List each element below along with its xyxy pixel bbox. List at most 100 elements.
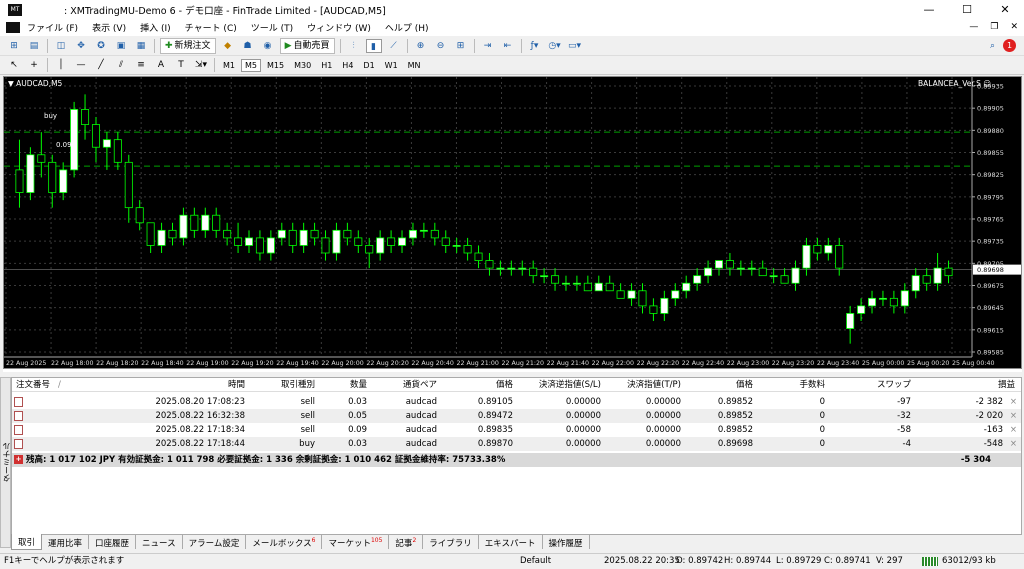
community-icon[interactable]: ☗ — [240, 39, 256, 53]
table-row[interactable]: 2025.08.22 16:32:38 sell 0.05 audcad 0.89472… — [12, 409, 1021, 423]
arrows-icon[interactable]: ⇲▾ — [193, 58, 209, 72]
market-watch-icon[interactable]: ◫ — [53, 39, 69, 53]
mdi-minimize-button[interactable]: — — [969, 19, 978, 36]
tab-7[interactable]: 記事2 — [389, 534, 424, 550]
col-swap[interactable]: スワップ — [877, 378, 911, 392]
close-order-icon[interactable]: × — [1010, 437, 1017, 451]
chart-canvas[interactable]: 0.89698 0.899350.899050.898800.898550.89… — [4, 77, 1021, 368]
chart-shift-icon[interactable]: ⇥ — [480, 39, 496, 53]
table-row[interactable]: 2025.08.22 17:18:34 sell 0.09 audcad 0.89835… — [12, 423, 1021, 437]
data-window-icon[interactable]: ✥ — [73, 39, 89, 53]
tab-4[interactable]: アラーム設定 — [183, 534, 247, 550]
col-size[interactable]: 数量 — [350, 378, 367, 392]
metaeditor-icon[interactable]: ◆ — [220, 39, 236, 53]
col-symbol[interactable]: 通貨ペア — [403, 378, 437, 392]
navigator-icon[interactable]: ✪ — [93, 39, 109, 53]
time-tick-label: 22 Aug 18:40 — [141, 360, 183, 367]
cell-profit: -2 382 — [975, 397, 1003, 407]
search-icon[interactable]: ⌕ — [990, 41, 995, 51]
label-tool-icon[interactable]: T — [173, 58, 189, 72]
cell-comm: 0 — [819, 425, 825, 435]
line-chart-icon[interactable]: ⟋ — [386, 39, 402, 53]
timeframe-m5[interactable]: M5 — [241, 58, 261, 72]
mdi-restore-button[interactable]: ❐ — [990, 19, 998, 36]
timeframe-mn[interactable]: MN — [404, 59, 425, 72]
table-row[interactable]: 2025.08.20 17:08:23 sell 0.03 audcad 0.89105… — [12, 395, 1021, 409]
menu-view[interactable]: 表示 (V) — [85, 21, 133, 34]
new-chart-icon[interactable]: ⊞ — [6, 39, 22, 53]
trendline-icon[interactable]: ╱ — [93, 58, 109, 72]
col-type[interactable]: 取引種別 — [281, 378, 315, 392]
close-order-icon[interactable]: × — [1010, 395, 1017, 409]
close-order-icon[interactable]: × — [1010, 423, 1017, 437]
periods-icon[interactable]: ◷▾ — [547, 39, 563, 53]
tab-1[interactable]: 運用比率 — [42, 534, 90, 550]
text-tool-icon[interactable]: A — [153, 58, 169, 72]
col-profit[interactable]: 損益 — [998, 378, 1015, 392]
terminal-icon[interactable]: ▣ — [113, 39, 129, 53]
table-row[interactable]: 2025.08.22 17:18:44 buy 0.03 audcad 0.89870 0… — [12, 437, 1021, 451]
profiles-icon[interactable]: ▤ — [26, 39, 42, 53]
candle-body — [179, 214, 188, 239]
menu-window[interactable]: ウィンドウ (W) — [300, 21, 378, 34]
tab-label: 操作履歴 — [548, 538, 583, 549]
notification-badge[interactable]: 1 — [1003, 39, 1016, 52]
time-tick-label: 22 Aug 19:00 — [186, 360, 228, 367]
col-commission[interactable]: 手数料 — [799, 378, 825, 392]
menu-file[interactable]: ファイル (F) — [20, 21, 85, 34]
cell-swap: -32 — [897, 411, 911, 421]
menu-tools[interactable]: ツール (T) — [244, 21, 300, 34]
new-order-button[interactable]: ✚ 新規注文 — [160, 37, 216, 54]
tab-3[interactable]: ニュース — [136, 534, 183, 550]
price-chart[interactable]: 0.89698 0.89935 0.89905 0.89880 0.89855 0.89… — [3, 76, 1022, 369]
crosshair-icon[interactable]: + — [26, 58, 42, 72]
fibonacci-icon[interactable]: ≡ — [133, 58, 149, 72]
col-price[interactable]: 価格 — [496, 378, 513, 392]
col-current-price[interactable]: 価格 — [736, 378, 753, 392]
channel-icon[interactable]: ⫽ — [113, 58, 129, 72]
auto-trading-button[interactable]: ▶ 自動売買 — [279, 37, 335, 54]
zoom-in-icon[interactable]: ⊕ — [413, 39, 429, 53]
menu-help[interactable]: ヘルプ (H) — [378, 21, 436, 34]
tile-windows-icon[interactable]: ⊞ — [453, 39, 469, 53]
menu-insert[interactable]: 挿入 (I) — [133, 21, 178, 34]
tab-2[interactable]: 口座履歴 — [89, 534, 137, 550]
close-button[interactable]: ✕ — [986, 0, 1024, 19]
close-order-icon[interactable]: × — [1010, 409, 1017, 423]
tab-9[interactable]: エキスパート — [479, 534, 543, 550]
cursor-icon[interactable]: ↖ — [6, 58, 22, 72]
signals-icon[interactable]: ◉ — [260, 39, 276, 53]
templates-icon[interactable]: ▭▾ — [567, 39, 583, 53]
timeframe-w1[interactable]: W1 — [381, 59, 402, 72]
menu-chart[interactable]: チャート (C) — [178, 21, 244, 34]
timeframe-h4[interactable]: H4 — [338, 59, 357, 72]
timeframe-d1[interactable]: D1 — [359, 59, 378, 72]
strategy-tester-icon[interactable]: ▦ — [133, 39, 149, 53]
timeframe-h1[interactable]: H1 — [317, 59, 336, 72]
timeframe-m1[interactable]: M1 — [219, 59, 239, 72]
minimize-button[interactable]: — — [910, 0, 948, 19]
indicators-icon[interactable]: ƒ▾ — [527, 39, 543, 53]
tab-8[interactable]: ライブラリ — [423, 534, 479, 550]
tab-6[interactable]: マーケット105 — [322, 534, 390, 550]
bar-chart-icon[interactable]: ⫶ — [346, 39, 362, 53]
candlestick-icon[interactable]: ▮ — [365, 38, 382, 53]
auto-scroll-icon[interactable]: ⇤ — [500, 39, 516, 53]
col-order[interactable]: 注文番号 — [16, 378, 50, 392]
timeframe-m30[interactable]: M30 — [290, 59, 315, 72]
tab-5[interactable]: メールボックス6 — [246, 534, 323, 550]
vertical-line-icon[interactable]: │ — [53, 58, 69, 72]
timeframe-m15[interactable]: M15 — [263, 59, 288, 72]
col-tp[interactable]: 決済指値(T/P) — [627, 378, 681, 392]
maximize-button[interactable]: ☐ — [948, 0, 986, 19]
terminal-side-label[interactable]: ターミナル — [0, 377, 11, 548]
status-profile[interactable]: Default — [520, 554, 551, 569]
table-header: 注文番号 / 時間 取引種別 数量 通貨ペア 価格 決済逆指値(S/L) 決済指… — [12, 378, 1021, 392]
col-time[interactable]: 時間 — [228, 378, 245, 392]
tab-10[interactable]: 操作履歴 — [543, 534, 590, 550]
col-sl[interactable]: 決済逆指値(S/L) — [539, 378, 601, 392]
zoom-out-icon[interactable]: ⊖ — [433, 39, 449, 53]
tab-0[interactable]: 取引 — [11, 534, 43, 550]
horizontal-line-icon[interactable]: — — [73, 58, 89, 72]
mdi-close-button[interactable]: ✕ — [1010, 19, 1018, 36]
